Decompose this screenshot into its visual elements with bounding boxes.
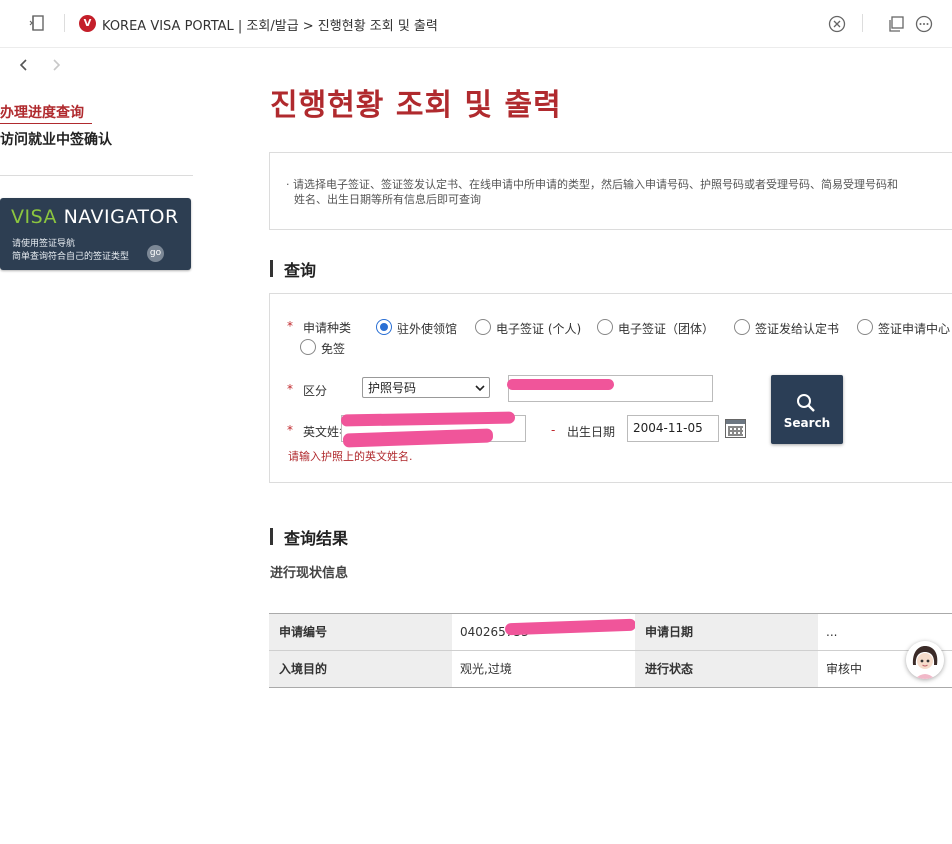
birth-date-label: 出生日期: [567, 425, 616, 439]
navigator-line2: 简单查询符合自己的签证类型: [12, 252, 130, 262]
toolbar-separator: [64, 14, 65, 32]
section-marker: [270, 260, 273, 277]
table-header-cell: 申请日期: [635, 614, 818, 650]
notice-line-1: · 请选择电子签证、签证签发认定书、在线申请中所申请的类型，然后输入申请号码、护…: [286, 178, 898, 191]
query-section-title: 查询: [284, 261, 317, 280]
table-header-cell: 入境目的: [269, 651, 452, 687]
result-section-title: 查询结果: [284, 529, 349, 548]
required-mark: *: [287, 382, 293, 396]
required-mark: -: [551, 423, 556, 437]
sidebar-item-employment-confirm[interactable]: 访问就业中签确认: [0, 129, 112, 149]
radio-evisa-individual-label[interactable]: 电子签证 (个人): [496, 320, 581, 337]
radio-center[interactable]: [857, 319, 873, 335]
table-cell: 观光,过境: [452, 651, 635, 687]
radio-embassy-label[interactable]: 驻外使领馆: [397, 320, 457, 337]
site-logo-icon: V: [79, 15, 96, 32]
required-mark: *: [287, 423, 293, 437]
section-marker: [270, 528, 273, 545]
radio-cert[interactable]: [734, 319, 750, 335]
radio-evisa-group[interactable]: [597, 319, 613, 335]
radio-visa-free-label[interactable]: 免签: [321, 340, 345, 357]
browser-title: KOREA VISA PORTAL | 조회/발급 > 진행현황 조회 및 출력: [102, 19, 438, 34]
radio-embassy[interactable]: [376, 319, 392, 335]
table-header-cell: 申请编号: [269, 614, 452, 650]
radio-cert-label[interactable]: 签证发给认定书: [755, 320, 839, 337]
sidebar-divider: [0, 175, 193, 176]
search-icon: [795, 392, 817, 418]
radio-evisa-group-label[interactable]: 电子签证（团体）: [618, 320, 714, 337]
required-mark: *: [287, 319, 293, 333]
name-error-message: 请输入护照上的英文姓名.: [288, 450, 413, 463]
notice-text: · 请选择电子签证、签证签发认定书、在线申请中所申请的类型，然后输入申请号码、护…: [286, 177, 952, 207]
toolbar-separator: [862, 14, 863, 32]
go-badge[interactable]: go: [147, 245, 164, 262]
category-label: 区分: [303, 384, 328, 398]
search-button-label: Search: [783, 416, 831, 430]
category-value: 护照号码: [368, 381, 417, 395]
sidebar-item-progress-query[interactable]: 办理进度查询: [0, 102, 84, 122]
notice-line-2: 姓名、出生日期等所有信息后即可查询: [294, 193, 481, 206]
calendar-icon[interactable]: [725, 419, 746, 438]
navigator-brand: VISA NAVIGATOR: [11, 206, 179, 228]
navigator-line1: 请使用签证导航: [12, 239, 76, 249]
active-underline: [0, 123, 92, 124]
result-subtitle: 进行现状信息: [270, 566, 349, 581]
redaction-mark: [507, 379, 614, 390]
type-label: 申请种类: [303, 321, 352, 335]
radio-visa-free[interactable]: [300, 339, 316, 355]
radio-evisa-individual[interactable]: [475, 319, 491, 335]
radio-center-label[interactable]: 签证申请中心: [878, 320, 950, 337]
birth-date-input[interactable]: 2004-11-05: [627, 415, 719, 442]
back-icon[interactable]: [18, 57, 30, 78]
copy-window-icon[interactable]: [887, 15, 905, 37]
search-button[interactable]: Search: [771, 375, 843, 444]
more-icon[interactable]: [915, 15, 933, 37]
forward-icon[interactable]: [50, 57, 62, 78]
chevron-down-icon: [475, 378, 485, 406]
category-select[interactable]: 护照号码: [362, 377, 490, 398]
assistant-avatar-icon[interactable]: [906, 641, 944, 679]
visa-navigator-banner[interactable]: VISA NAVIGATOR 请使用签证导航 简单查询符合自己的签证类型 go: [0, 198, 191, 270]
table-header-cell: 进行状态: [635, 651, 818, 687]
close-circle-icon[interactable]: [828, 15, 846, 37]
page-title: 진행현황 조회 및 출력: [270, 88, 562, 123]
sidebar-icon[interactable]: [28, 14, 46, 36]
table-bottom-border: [269, 687, 952, 688]
